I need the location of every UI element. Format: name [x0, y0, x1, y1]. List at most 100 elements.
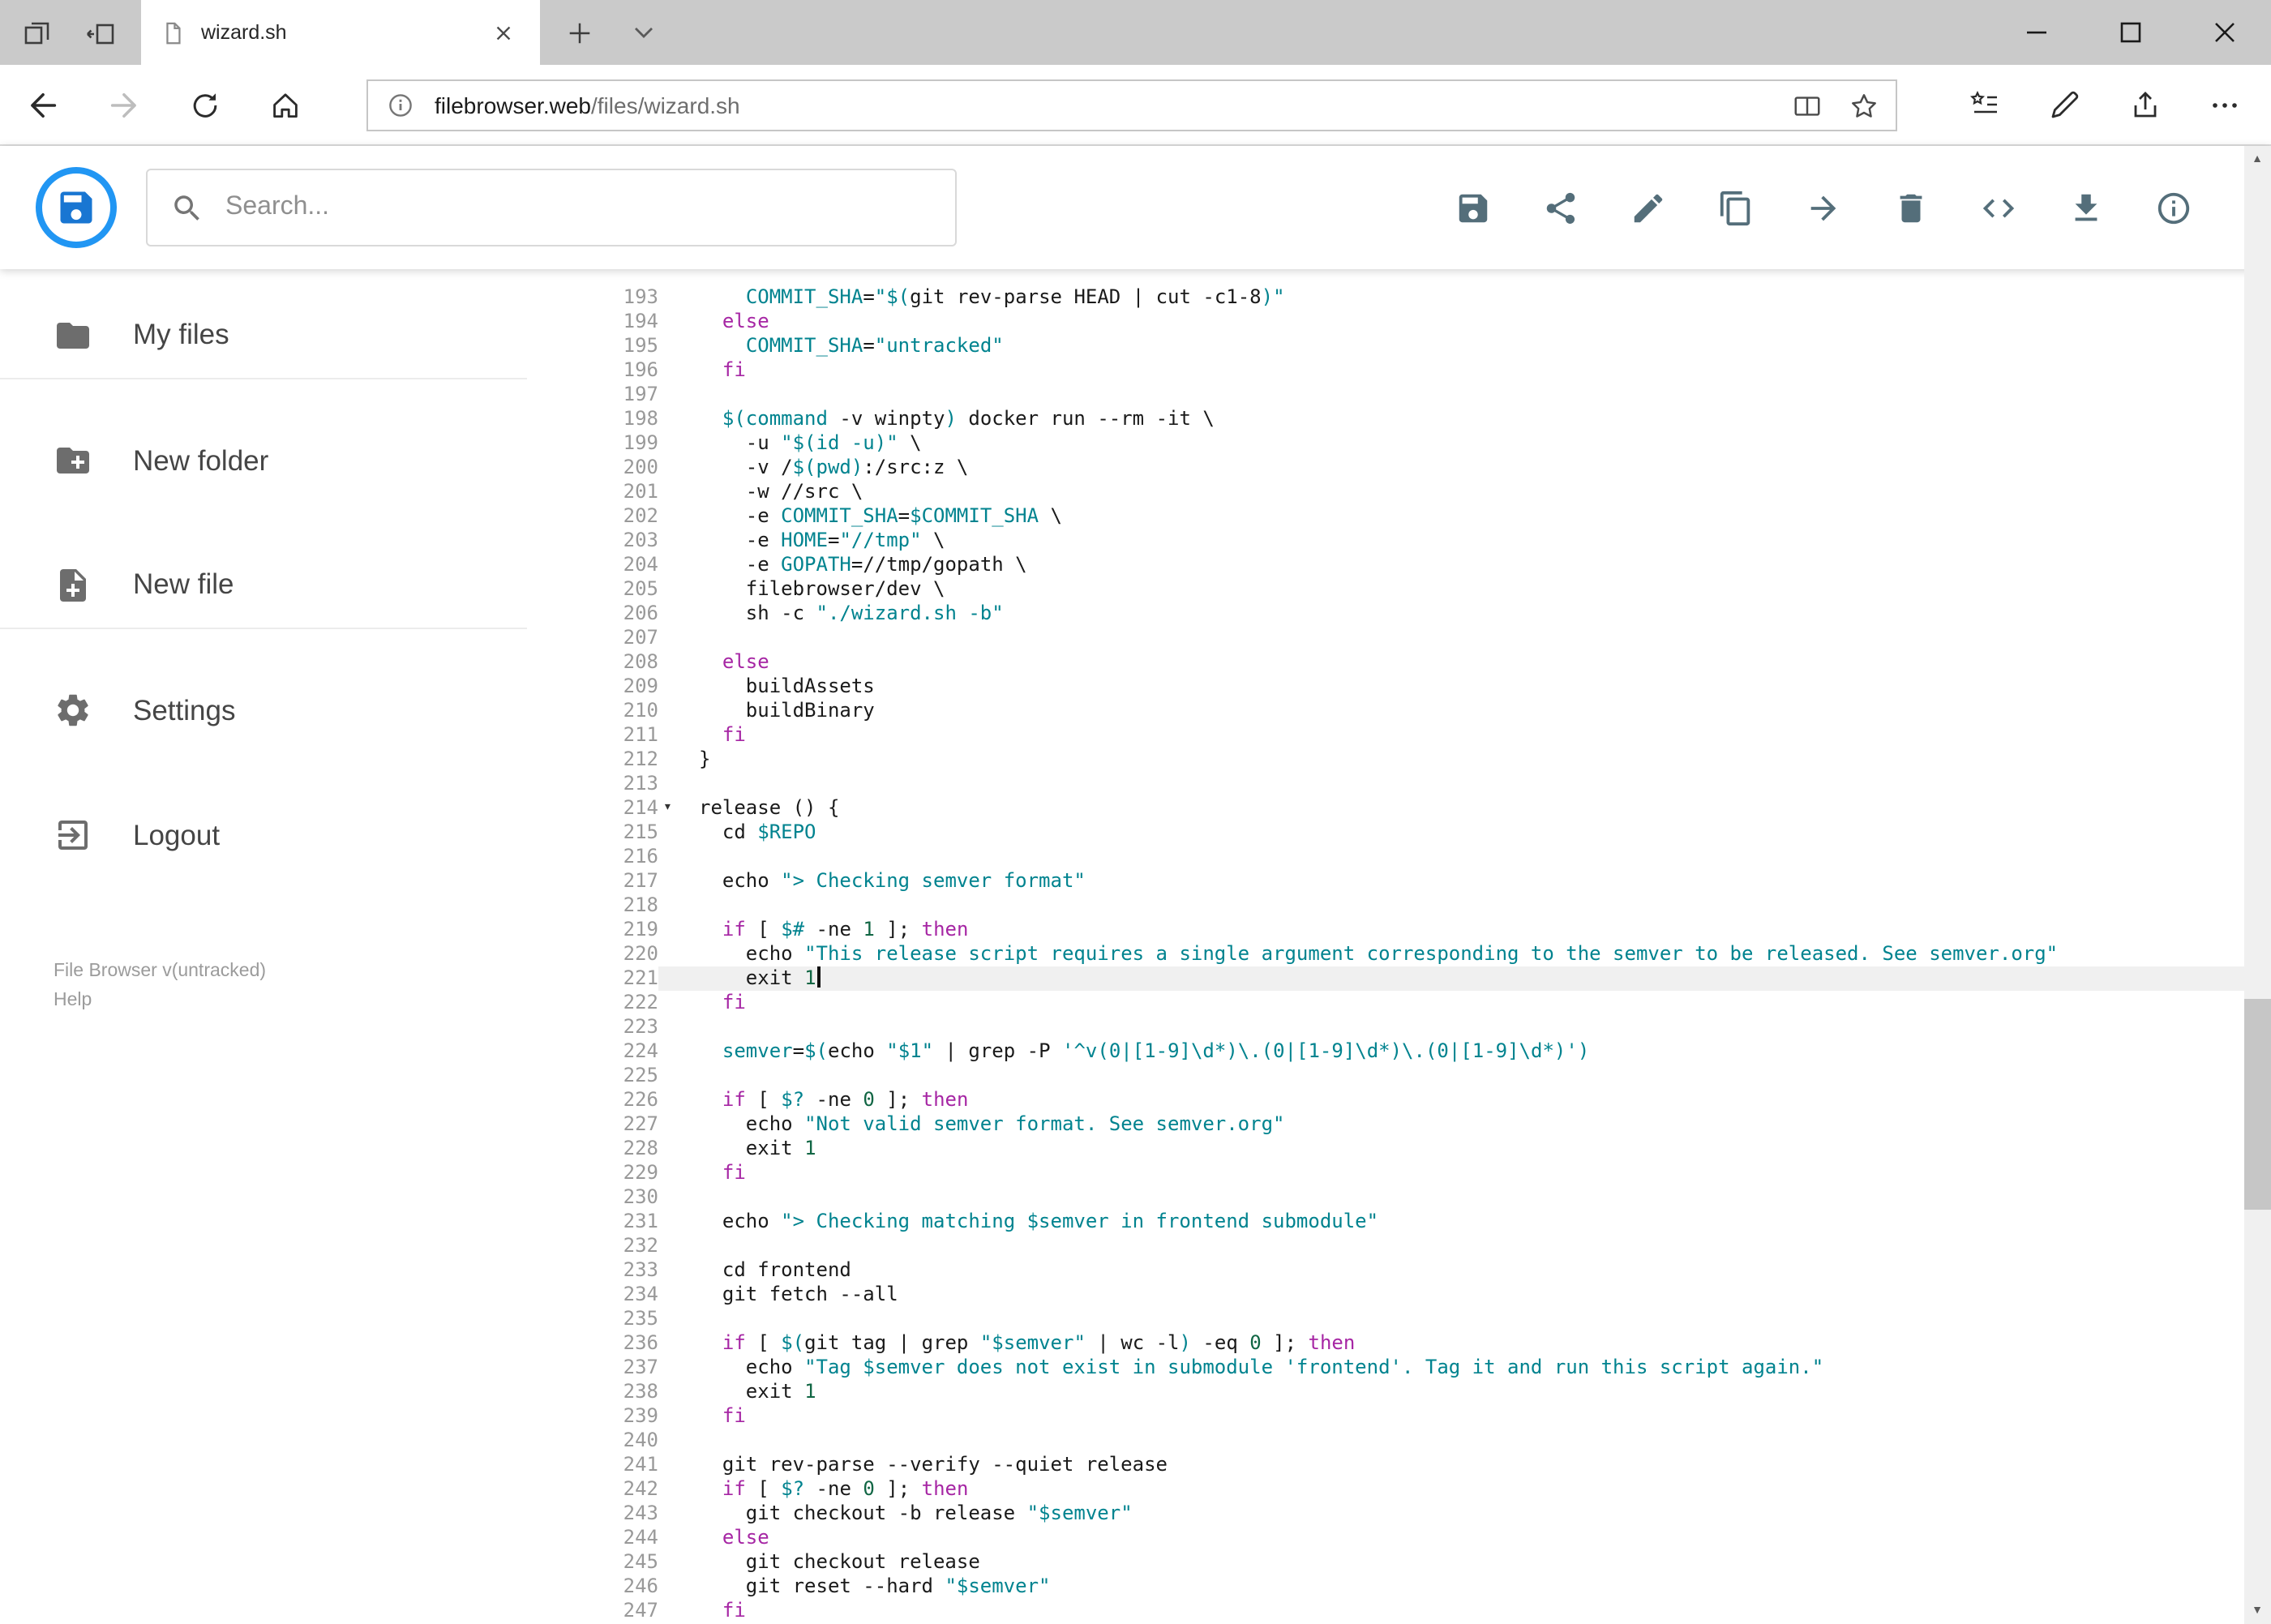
address-bar[interactable]: filebrowser.web/files/wizard.sh	[366, 79, 1897, 131]
tab-close-icon[interactable]	[485, 15, 521, 50]
new-tab-button[interactable]	[555, 8, 603, 57]
code-line[interactable]: 201 -w //src \	[527, 480, 2271, 504]
code-line[interactable]: 239 fi	[527, 1404, 2271, 1429]
back-button[interactable]	[15, 78, 70, 133]
scrollbar-down-icon[interactable]: ▼	[2243, 1596, 2271, 1624]
sidebar-item-logout[interactable]: Logout	[0, 791, 527, 879]
code-line[interactable]: 240	[527, 1429, 2271, 1453]
toolbar-save-button[interactable]	[1454, 188, 1493, 227]
code-line[interactable]: 244 else	[527, 1526, 2271, 1550]
sidebar-item-new-file[interactable]: New file	[0, 542, 527, 629]
code-line[interactable]: 202 -e COMMIT_SHA=$COMMIT_SHA \	[527, 504, 2271, 529]
code-line[interactable]: 222 fi	[527, 991, 2271, 1015]
code-line[interactable]: 194 else	[527, 310, 2271, 334]
code-line[interactable]: 216	[527, 845, 2271, 869]
favorite-star-icon[interactable]	[1849, 90, 1879, 121]
code-line[interactable]: 224 semver=$(echo "$1" | grep -P '^v(0|[…	[527, 1039, 2271, 1064]
code-line[interactable]: 241 git rev-parse --verify --quiet relea…	[527, 1453, 2271, 1477]
code-line[interactable]: 210 buildBinary	[527, 699, 2271, 723]
web-note-pen-icon[interactable]	[2037, 78, 2092, 133]
code-line[interactable]: 232	[527, 1234, 2271, 1258]
code-line[interactable]: 196 fi	[527, 358, 2271, 383]
code-line[interactable]: 246 git reset --hard "$semver"	[527, 1575, 2271, 1599]
toolbar-edit-button[interactable]	[1629, 188, 1668, 227]
code-line[interactable]: 197	[527, 383, 2271, 407]
code-line[interactable]: 236 if [ $(git tag | grep "$semver" | wc…	[527, 1331, 2271, 1356]
site-info-icon[interactable]	[388, 92, 413, 118]
sidebar-item-settings[interactable]: Settings	[0, 666, 527, 754]
code-line[interactable]: 238 exit 1	[527, 1380, 2271, 1404]
code-line[interactable]: 234 git fetch --all	[527, 1283, 2271, 1307]
hub-favorites-icon[interactable]	[1957, 78, 2012, 133]
code-line[interactable]: 235	[527, 1307, 2271, 1331]
code-line[interactable]: 217 echo "> Checking semver format"	[527, 869, 2271, 893]
tabs-aside-list-icon[interactable]	[18, 15, 57, 54]
code-line[interactable]: 213	[527, 772, 2271, 796]
code-line[interactable]: 221 exit 1	[527, 966, 2271, 991]
reading-view-icon[interactable]	[1792, 90, 1823, 121]
code-line[interactable]: 209 buildAssets	[527, 675, 2271, 699]
code-line[interactable]: 220 echo "This release script requires a…	[527, 942, 2271, 966]
url-text[interactable]: filebrowser.web/files/wizard.sh	[435, 92, 740, 118]
sidebar-item-my-files[interactable]: My files	[0, 292, 527, 379]
help-link[interactable]: Help	[54, 986, 527, 1015]
code-line[interactable]: 203 -e HOME="//tmp" \	[527, 529, 2271, 553]
more-options-icon[interactable]	[2197, 78, 2252, 133]
fold-marker-icon[interactable]: ▾	[658, 796, 699, 821]
page-scrollbar[interactable]: ▲ ▼	[2243, 146, 2271, 1624]
code-line[interactable]: 243 git checkout -b release "$semver"	[527, 1502, 2271, 1526]
code-line[interactable]: 227 echo "Not valid semver format. See s…	[527, 1112, 2271, 1137]
toolbar-copy-button[interactable]	[1716, 188, 1755, 227]
home-button[interactable]	[258, 78, 313, 133]
code-line[interactable]: 225	[527, 1064, 2271, 1088]
toolbar-move-button[interactable]	[1804, 188, 1843, 227]
code-line[interactable]: 200 -v /$(pwd):/src:z \	[527, 456, 2271, 480]
code-line[interactable]: 207	[527, 626, 2271, 650]
close-button[interactable]	[2177, 0, 2271, 65]
toolbar-share-button[interactable]	[1541, 188, 1580, 227]
code-line[interactable]: 219 if [ $# -ne 1 ]; then	[527, 918, 2271, 942]
code-line[interactable]: 205 filebrowser/dev \	[527, 577, 2271, 602]
code-line[interactable]: 214 ▾ release () {	[527, 796, 2271, 821]
code-line[interactable]: 208 else	[527, 650, 2271, 675]
code-line[interactable]: 211 fi	[527, 723, 2271, 748]
code-line[interactable]: 247 fi	[527, 1599, 2271, 1623]
code-editor[interactable]: 193 COMMIT_SHA="$(git rev-parse HEAD | c…	[527, 269, 2271, 1623]
refresh-button[interactable]	[177, 78, 232, 133]
code-line[interactable]: 195 COMMIT_SHA="untracked"	[527, 334, 2271, 358]
tab-preview-chevron-icon[interactable]	[619, 8, 668, 57]
code-line[interactable]: 229 fi	[527, 1161, 2271, 1185]
code-line[interactable]: 206 sh -c "./wizard.sh -b"	[527, 602, 2271, 626]
minimize-button[interactable]	[1989, 0, 2083, 65]
code-line[interactable]: 242 if [ $? -ne 0 ]; then	[527, 1477, 2271, 1502]
toolbar-download-button[interactable]	[2067, 188, 2106, 227]
maximize-button[interactable]	[2083, 0, 2177, 65]
code-line[interactable]: 215 cd $REPO	[527, 821, 2271, 845]
code-line[interactable]: 193 COMMIT_SHA="$(git rev-parse HEAD | c…	[527, 285, 2271, 310]
sidebar-item-new-folder[interactable]: New folder	[0, 417, 527, 504]
code-line[interactable]: 228 exit 1	[527, 1137, 2271, 1161]
code-line-text: filebrowser/dev \	[699, 577, 945, 600]
code-line[interactable]: 231 echo "> Checking matching $semver in…	[527, 1210, 2271, 1234]
search-box[interactable]: Search...	[146, 169, 957, 246]
code-line[interactable]: 223	[527, 1015, 2271, 1039]
code-line[interactable]: 204 -e GOPATH=//tmp/gopath \	[527, 553, 2271, 577]
toolbar-delete-button[interactable]	[1892, 188, 1930, 227]
code-line[interactable]: 233 cd frontend	[527, 1258, 2271, 1283]
toolbar-info-button[interactable]	[2154, 188, 2193, 227]
browser-tab[interactable]: wizard.sh	[141, 0, 540, 65]
code-line[interactable]: 226 if [ $? -ne 0 ]; then	[527, 1088, 2271, 1112]
set-tabs-aside-icon[interactable]	[81, 15, 120, 54]
code-line[interactable]: 212}	[527, 748, 2271, 772]
code-line[interactable]: 198 $(command -v winpty) docker run --rm…	[527, 407, 2271, 431]
code-line[interactable]: 245 git checkout release	[527, 1550, 2271, 1575]
toolbar-code-button[interactable]	[1979, 188, 2018, 227]
forward-button[interactable]	[97, 78, 152, 133]
scrollbar-up-icon[interactable]: ▲	[2243, 146, 2271, 174]
code-line[interactable]: 199 -u "$(id -u)" \	[527, 431, 2271, 456]
code-line[interactable]: 237 echo "Tag $semver does not exist in …	[527, 1356, 2271, 1380]
share-page-icon[interactable]	[2118, 78, 2173, 133]
code-line[interactable]: 218	[527, 893, 2271, 918]
scrollbar-thumb[interactable]	[2243, 999, 2271, 1210]
code-line[interactable]: 230	[527, 1185, 2271, 1210]
